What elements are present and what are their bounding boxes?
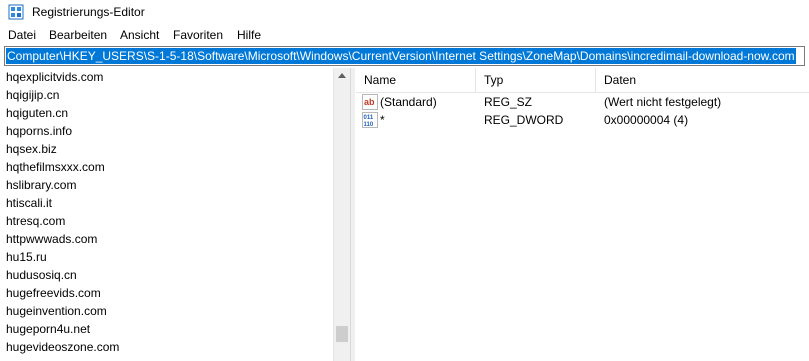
- menu-favoriten[interactable]: Favoriten: [173, 28, 223, 42]
- value-list[interactable]: Name Typ Daten ab (Standard) REG_SZ (Wer…: [356, 68, 809, 361]
- column-type[interactable]: Typ: [476, 68, 596, 92]
- address-path[interactable]: Computer\HKEY_USERS\S-1-5-18\Software\Mi…: [6, 48, 796, 64]
- tree-item[interactable]: hugeinvention.com: [6, 302, 107, 320]
- menu-hilfe[interactable]: Hilfe: [237, 28, 261, 42]
- value-name: *: [380, 113, 385, 127]
- scroll-thumb[interactable]: [336, 326, 348, 342]
- tree-item[interactable]: hqiguten.cn: [6, 104, 68, 122]
- tree-item[interactable]: hugefreevids.com: [6, 284, 101, 302]
- value-data: 0x00000004 (4): [604, 113, 689, 127]
- menu-bar: Datei Bearbeiten Ansicht Favoriten Hilfe: [0, 25, 809, 45]
- tree-item[interactable]: hudusosiq.cn: [6, 266, 77, 284]
- list-row[interactable]: ab (Standard) REG_SZ (Wert nicht festgel…: [356, 93, 809, 111]
- tree-item[interactable]: hugeporn4u.net: [6, 320, 90, 338]
- value-type: REG_SZ: [484, 95, 533, 109]
- tree-item[interactable]: hqexplicitvids.com: [6, 68, 103, 86]
- tree-item[interactable]: htresq.com: [6, 212, 65, 230]
- menu-bearbeiten[interactable]: Bearbeiten: [49, 28, 107, 42]
- binary-value-icon: 011 110: [362, 112, 378, 128]
- tree-item[interactable]: hqigijip.cn: [6, 86, 59, 104]
- tree-scrollbar[interactable]: [333, 68, 350, 361]
- tree-item[interactable]: hqthefilmsxxx.com: [6, 158, 105, 176]
- value-data: (Wert nicht festgelegt): [604, 95, 722, 109]
- pane-splitter[interactable]: [351, 68, 355, 361]
- tree-item[interactable]: hqporns.info: [6, 122, 72, 140]
- svg-text:ab: ab: [364, 97, 375, 107]
- value-name: (Standard): [380, 95, 437, 109]
- tree-item[interactable]: hu15.ru: [6, 248, 47, 266]
- menu-ansicht[interactable]: Ansicht: [120, 28, 159, 42]
- list-row[interactable]: 011 110 * REG_DWORD 0x00000004 (4): [356, 111, 809, 129]
- svg-text:110: 110: [364, 122, 374, 128]
- tree-item[interactable]: hqsex.biz: [6, 140, 57, 158]
- column-data[interactable]: Daten: [596, 68, 809, 92]
- menu-datei[interactable]: Datei: [8, 28, 36, 42]
- key-tree[interactable]: hqexplicitvids.com hqigijip.cn hqiguten.…: [0, 68, 351, 361]
- window-title: Registrierungs-Editor: [32, 5, 145, 19]
- address-bar[interactable]: Computer\HKEY_USERS\S-1-5-18\Software\Mi…: [4, 46, 805, 66]
- svg-text:011: 011: [364, 115, 374, 121]
- tree-item[interactable]: htiscali.it: [6, 194, 52, 212]
- list-header: Name Typ Daten: [356, 68, 809, 93]
- string-value-icon: ab: [362, 94, 378, 110]
- value-type: REG_DWORD: [484, 113, 564, 127]
- tree-item[interactable]: hugevideoszone.com: [6, 338, 119, 356]
- registry-editor-icon: [8, 4, 24, 20]
- title-bar[interactable]: Registrierungs-Editor: [0, 0, 809, 24]
- tree-item[interactable]: httpwwwads.com: [6, 230, 97, 248]
- scroll-up-icon[interactable]: [338, 73, 346, 78]
- tree-item[interactable]: hslibrary.com: [6, 176, 76, 194]
- column-name[interactable]: Name: [356, 68, 476, 92]
